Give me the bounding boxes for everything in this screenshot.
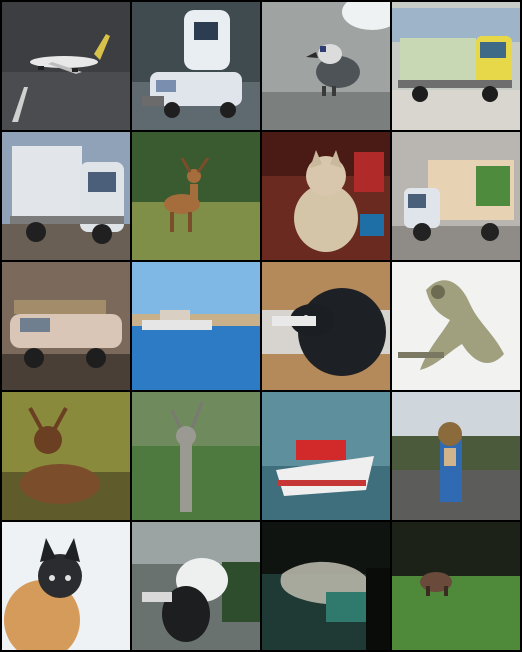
image-grid xyxy=(0,0,522,652)
tile-dog-3 xyxy=(132,522,260,650)
tile-frog xyxy=(392,392,520,520)
tile-deer-2 xyxy=(2,392,130,520)
tile-deer-3 xyxy=(132,392,260,520)
tile-airplane xyxy=(2,2,130,130)
tile-bird xyxy=(262,2,390,130)
tile-truck xyxy=(392,2,520,130)
tile-cat-2 xyxy=(2,522,130,650)
tile-frog-2 xyxy=(262,522,390,650)
tile-deer xyxy=(132,132,260,260)
tile-dog xyxy=(262,262,390,390)
tile-dog-2 xyxy=(392,262,520,390)
tile-truck-3 xyxy=(392,132,520,260)
tile-cat xyxy=(262,132,390,260)
tile-ship-2 xyxy=(262,392,390,520)
tile-deer-4 xyxy=(392,522,520,650)
tile-car-2 xyxy=(2,262,130,390)
tile-ship xyxy=(132,262,260,390)
tile-car xyxy=(132,2,260,130)
tile-truck-2 xyxy=(2,132,130,260)
